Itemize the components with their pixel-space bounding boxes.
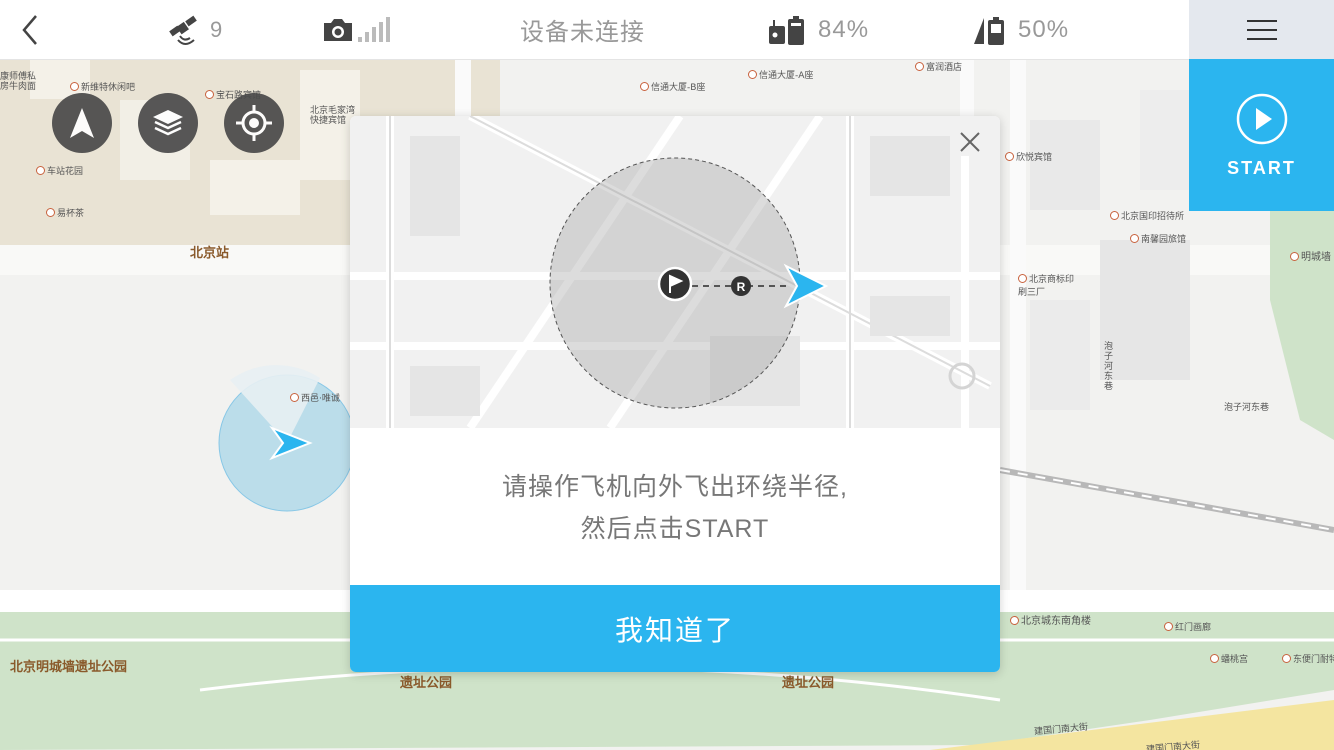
poi-label: 信通大厦-A座 <box>748 68 813 81</box>
confirm-button[interactable]: 我知道了 <box>350 585 1000 672</box>
connection-status: 设备未连接 <box>520 19 645 46</box>
menu-button[interactable] <box>1189 0 1334 59</box>
satellite-icon <box>169 15 197 45</box>
locate-button[interactable] <box>224 93 284 153</box>
poi-marker-icon <box>46 208 55 217</box>
poi-marker-icon <box>748 70 757 79</box>
svg-text:R: R <box>737 280 746 294</box>
close-button[interactable] <box>958 130 982 154</box>
poi-marker-icon <box>1130 234 1139 243</box>
poi-label: 泡子河东巷 <box>1224 403 1270 413</box>
poi-marker-icon <box>1290 252 1299 261</box>
poi-label: 康师傅私房牛肉面 <box>0 72 37 92</box>
poi-label: 蟠桃宫 <box>1210 652 1248 665</box>
camera-status <box>322 0 390 59</box>
poi-label: 易杯茶 <box>46 206 84 219</box>
poi-label: 北京站 <box>190 246 230 261</box>
poi-label: 新维特休闲吧 <box>70 80 135 93</box>
poi-label: 欣悦宾馆 <box>1005 150 1052 163</box>
poi-marker-icon <box>915 62 924 71</box>
park-label: 遗址公园 <box>400 676 453 691</box>
poi-label: 信通大厦-B座 <box>640 80 705 93</box>
poi-label: 南馨园旅馆 <box>1130 232 1186 245</box>
poi-marker-icon <box>1110 211 1119 220</box>
poi-label: 明城墙 <box>1290 248 1331 263</box>
poi-label: 北京国印招待所 <box>1110 209 1184 222</box>
hamburger-menu-icon <box>1246 19 1277 40</box>
chevron-left-icon <box>22 14 37 45</box>
orbit-illustration: R <box>350 116 1000 428</box>
poi-label: 富润酒店 <box>915 60 962 73</box>
poi-marker-icon <box>640 82 649 91</box>
signal-bars-icon <box>358 16 390 42</box>
poi-marker-icon <box>290 393 299 402</box>
orbit-illustration-map: R <box>350 116 1000 428</box>
poi-marker-icon <box>1210 654 1219 663</box>
poi-marker-icon <box>1018 274 1027 283</box>
poi-marker-icon <box>1010 616 1019 625</box>
poi-label: 西邑·唯诚 <box>290 391 340 404</box>
back-button[interactable] <box>20 0 50 59</box>
play-circle-icon <box>1236 93 1287 144</box>
layers-icon <box>153 110 183 136</box>
compass-arrow-icon <box>70 108 94 138</box>
aircraft-battery-icon <box>974 16 1004 45</box>
poi-marker-icon <box>1164 622 1173 631</box>
poi-label: 北京城东南角楼 <box>1010 612 1091 627</box>
camera-icon <box>324 18 352 41</box>
start-button[interactable]: START <box>1189 59 1334 211</box>
layers-button[interactable] <box>138 93 198 153</box>
locate-crosshair-icon <box>236 105 272 141</box>
park-label: 遗址公园 <box>782 676 835 691</box>
start-button-label: START <box>1227 157 1296 178</box>
poi-marker-icon <box>1005 152 1014 161</box>
remote-battery-status: 84% <box>768 0 869 59</box>
poi-label: 车站花园 <box>36 164 83 177</box>
poi-label: 泡子河东巷 <box>1104 342 1114 392</box>
dialog-message-line: 然后点击START <box>580 515 770 543</box>
poi-label: 红门画廊 <box>1164 620 1211 633</box>
status-bar: 9 设备未连接 84% 50% <box>0 0 1189 60</box>
orbit-tip-dialog: R 请操作飞机向外飞出环绕半径, 然后点击START 我知道了 <box>350 116 1000 672</box>
dialog-message: 请操作飞机向外飞出环绕半径, 然后点击START <box>350 466 1000 550</box>
satellite-count: 9 <box>210 16 223 42</box>
poi-marker-icon <box>36 166 45 175</box>
aircraft-battery-value: 50% <box>1018 15 1070 43</box>
compass-button[interactable] <box>52 93 112 153</box>
park-label: 北京明城墙遗址公园 <box>10 660 128 675</box>
poi-label: 东便门耐特 <box>1282 652 1334 665</box>
poi-marker-icon <box>1282 654 1291 663</box>
remote-controller-icon <box>769 15 804 45</box>
dialog-message-line: 请操作飞机向外飞出环绕半径, <box>502 473 848 501</box>
remote-battery-value: 84% <box>818 15 870 43</box>
aircraft-battery-status: 50% <box>972 0 1069 59</box>
satellite-status: 9 <box>166 0 222 59</box>
poi-marker-icon <box>70 82 79 91</box>
poi-label: 北京商标印刷三厂 <box>1018 274 1075 298</box>
poi-marker-icon <box>205 90 214 99</box>
close-icon <box>960 132 980 152</box>
